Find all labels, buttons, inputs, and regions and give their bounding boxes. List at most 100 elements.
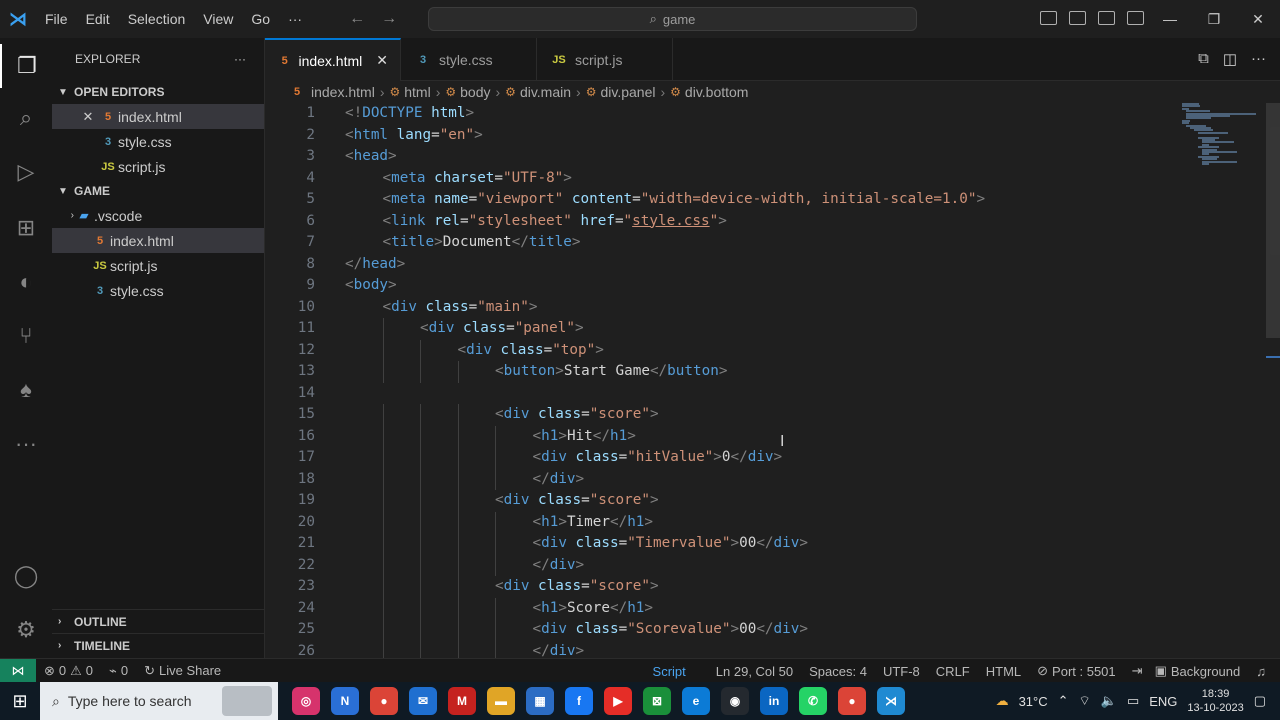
extensions-icon[interactable]: ⊞ bbox=[0, 206, 52, 250]
windows-start-icon[interactable]: ⊞ bbox=[0, 691, 40, 712]
tab-style-css[interactable]: 3 style.css bbox=[401, 38, 537, 81]
code-line[interactable]: 26 </div> bbox=[265, 641, 1280, 659]
tab-index-html[interactable]: 5 index.html ✕ bbox=[265, 38, 401, 81]
taskbar-search[interactable]: ⌕ Type here to search bbox=[40, 682, 278, 720]
tree-item-file[interactable]: 5 index.html bbox=[52, 228, 264, 253]
taskbar-app-nox-icon[interactable]: N bbox=[331, 687, 359, 715]
code-line[interactable]: 7 <title>Document</title> bbox=[265, 232, 1280, 254]
toggle-panel-icon[interactable] bbox=[1069, 11, 1086, 25]
code-line[interactable]: 22 </div> bbox=[265, 555, 1280, 577]
search-icon[interactable]: ⌕ bbox=[0, 96, 52, 140]
taskbar-app-youtube-icon[interactable]: ▶ bbox=[604, 687, 632, 715]
clock[interactable]: 18:39 13-10-2023 bbox=[1187, 687, 1243, 715]
taskbar-app-mail-icon[interactable]: ✉ bbox=[409, 687, 437, 715]
tree-item-file[interactable]: JS script.js bbox=[52, 253, 264, 278]
code-line[interactable]: 6 <link rel="stylesheet" href="style.css"… bbox=[265, 211, 1280, 233]
network-icon[interactable]: ⌔ bbox=[1079, 693, 1091, 709]
code-line[interactable]: 17 <div class="hitValue">0</div> bbox=[265, 447, 1280, 469]
code-line[interactable]: 23 <div class="score"> bbox=[265, 576, 1280, 598]
outline-header[interactable]: › OUTLINE bbox=[52, 609, 265, 633]
open-editor-item[interactable]: ✕ 5 index.html bbox=[52, 104, 264, 129]
taskbar-app-chrome-icon[interactable]: ● bbox=[370, 687, 398, 715]
script-indicator[interactable]: Script bbox=[645, 664, 694, 679]
weather-temp[interactable]: 31°C bbox=[1019, 694, 1048, 709]
close-icon[interactable]: ✕ bbox=[78, 109, 98, 125]
battery-icon[interactable]: ▭ bbox=[1127, 693, 1139, 709]
taskbar-app-store-icon[interactable]: ▦ bbox=[526, 687, 554, 715]
more-views-icon[interactable]: ··· bbox=[0, 422, 52, 466]
code-line[interactable]: 20 <h1>Timer</h1> bbox=[265, 512, 1280, 534]
menu-selection[interactable]: Selection bbox=[119, 0, 195, 38]
weather-icon[interactable]: ☁ bbox=[996, 693, 1009, 709]
run-debug-icon[interactable]: ▷ bbox=[0, 150, 52, 194]
code-line[interactable]: 19 <div class="score"> bbox=[265, 490, 1280, 512]
breadcrumb-item[interactable]: 5 index.html bbox=[287, 84, 375, 100]
explorer-more-icon[interactable]: ··· bbox=[234, 52, 246, 66]
taskbar-app-instagram-icon[interactable]: ◎ bbox=[292, 687, 320, 715]
taskbar-app-gmail-icon[interactable]: M bbox=[448, 687, 476, 715]
code-line[interactable]: 24 <h1>Score</h1> bbox=[265, 598, 1280, 620]
breadcrumb-item[interactable]: ⚙ div.panel bbox=[586, 84, 656, 100]
encoding[interactable]: UTF-8 bbox=[875, 664, 928, 679]
open-editor-item[interactable]: 3 style.css bbox=[52, 129, 264, 154]
code-line[interactable]: 3 <head> bbox=[265, 146, 1280, 168]
menu-edit[interactable]: Edit bbox=[77, 0, 119, 38]
breadcrumb-item[interactable]: ⚙ div.bottom bbox=[670, 84, 748, 100]
code-line[interactable]: 9 <body> bbox=[265, 275, 1280, 297]
tab-script-js[interactable]: JS script.js bbox=[537, 38, 673, 81]
language-indicator[interactable]: ENG bbox=[1149, 694, 1177, 709]
background-extension[interactable]: ⇥ ▣ Background bbox=[1124, 663, 1249, 679]
code-line[interactable]: 12 <div class="top"> bbox=[265, 340, 1280, 362]
language-mode[interactable]: HTML bbox=[978, 664, 1029, 679]
remote-indicator-icon[interactable]: ⋈ bbox=[0, 658, 36, 683]
chevron-up-icon[interactable]: ⌃ bbox=[1058, 693, 1069, 709]
taskbar-app-file-explorer-icon[interactable]: ▬ bbox=[487, 687, 515, 715]
code-line[interactable]: 8 </head> bbox=[265, 254, 1280, 276]
close-window-icon[interactable]: ✕ bbox=[1236, 0, 1280, 38]
breadcrumb-item[interactable]: ⚙ div.main bbox=[505, 84, 571, 100]
taskbar-app-edge-icon[interactable]: e bbox=[682, 687, 710, 715]
remote-explorer-icon[interactable]: ◐ bbox=[0, 260, 52, 304]
breadcrumb-item[interactable]: ⚙ html bbox=[389, 84, 430, 100]
taskbar-app-linkedin-icon[interactable]: in bbox=[760, 687, 788, 715]
timeline-header[interactable]: › TIMELINE bbox=[52, 633, 265, 657]
command-center-search[interactable]: ⌕ game bbox=[428, 7, 917, 31]
taskbar-app-github-icon[interactable]: ◉ bbox=[721, 687, 749, 715]
open-editor-item[interactable]: JS script.js bbox=[52, 154, 264, 179]
cursor-position[interactable]: Ln 29, Col 50 bbox=[708, 664, 801, 679]
forward-arrow-icon[interactable]: → bbox=[381, 10, 397, 28]
code-line[interactable]: 10 <div class="main"> bbox=[265, 297, 1280, 319]
code-line[interactable]: 14 bbox=[265, 383, 1280, 405]
taskbar-app-chrome-2-icon[interactable]: ● bbox=[838, 687, 866, 715]
taskbar-app-facebook-icon[interactable]: f bbox=[565, 687, 593, 715]
code-line[interactable]: 4 <meta charset="UTF-8"> bbox=[265, 168, 1280, 190]
code-line[interactable]: 13 <button>Start Game</button> bbox=[265, 361, 1280, 383]
restore-icon[interactable]: ❐ bbox=[1192, 0, 1236, 38]
volume-icon[interactable]: 🔈 bbox=[1101, 693, 1117, 709]
taskbar-app-xbox-icon[interactable]: ⊠ bbox=[643, 687, 671, 715]
toggle-primary-sidebar-icon[interactable] bbox=[1040, 11, 1057, 25]
code-line[interactable]: 5 <meta name="viewport" content="width=de… bbox=[265, 189, 1280, 211]
menu-more[interactable]: ··· bbox=[279, 0, 311, 38]
source-control-icon[interactable]: ⑂ bbox=[0, 314, 52, 358]
menu-view[interactable]: View bbox=[194, 0, 242, 38]
notifications-bell-icon[interactable]: ♫ bbox=[1248, 664, 1280, 679]
close-tab-icon[interactable]: ✕ bbox=[376, 52, 388, 69]
taskbar-app-whatsapp-icon[interactable]: ✆ bbox=[799, 687, 827, 715]
more-actions-icon[interactable]: ··· bbox=[1251, 50, 1266, 68]
code-line[interactable]: 1 <!DOCTYPE html> bbox=[265, 103, 1280, 125]
settings-gear-icon[interactable]: ⚙ bbox=[0, 608, 52, 652]
code-line[interactable]: 25 <div class="Scorevalue">00</div> bbox=[265, 619, 1280, 641]
ports-indicator[interactable]: ⌁ 0 bbox=[101, 663, 136, 679]
back-arrow-icon[interactable]: ← bbox=[349, 10, 365, 28]
notification-center-icon[interactable]: ▢ bbox=[1254, 693, 1266, 709]
open-editors-header[interactable]: ▼ OPEN EDITORS bbox=[52, 80, 264, 104]
code-line[interactable]: 21 <div class="Timervalue">00</div> bbox=[265, 533, 1280, 555]
indentation[interactable]: Spaces: 4 bbox=[801, 664, 875, 679]
folder-header[interactable]: ▼ GAME bbox=[52, 179, 264, 203]
menu-file[interactable]: File bbox=[36, 0, 77, 38]
accounts-icon[interactable]: ◯ bbox=[0, 554, 52, 598]
open-changes-icon[interactable]: ⧉ bbox=[1198, 50, 1209, 68]
split-editor-icon[interactable]: ◫ bbox=[1223, 50, 1237, 68]
code-editor[interactable]: I 1 <!DOCTYPE html> 2 <html lang="en"> 3 <hea… bbox=[265, 103, 1280, 658]
